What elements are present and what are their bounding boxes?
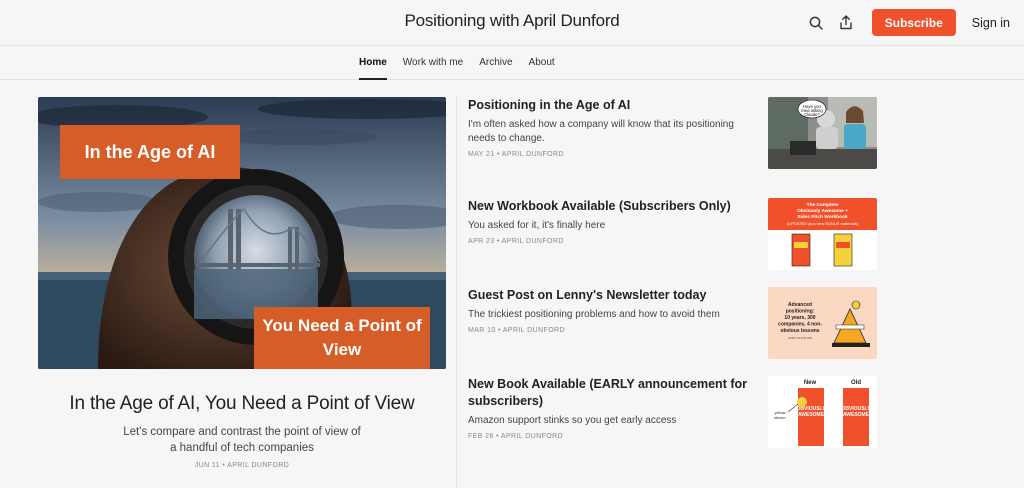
subscribe-button[interactable]: Subscribe bbox=[871, 9, 956, 36]
post-thumbnail[interactable]: The Complete Obviously Awesome + Sales P… bbox=[768, 198, 877, 270]
svg-text:10 years, 300: 10 years, 300 bbox=[784, 315, 815, 321]
post-thumbnail[interactable]: New Old OBVIOUSLY AWESOME OBVIOUSLY AWES… bbox=[768, 376, 877, 448]
svg-text:The Complete: The Complete bbox=[807, 202, 839, 208]
svg-text:Obviously Awesome +: Obviously Awesome + bbox=[797, 208, 848, 214]
share-icon[interactable] bbox=[832, 9, 860, 36]
hero-post-meta: JUN 11 • APRIL DUNFORD bbox=[194, 462, 290, 469]
post-list-item[interactable]: Positioning in the Age of AI I'm often a… bbox=[468, 97, 878, 169]
advanced-positioning-illustration: Advanced positioning: 10 years, 300 comp… bbox=[768, 287, 877, 359]
post-list-item[interactable]: Guest Post on Lenny's Newsletter today T… bbox=[468, 287, 878, 359]
robot-and-woman-illustration: Have you tried asking Claude? bbox=[768, 97, 877, 169]
svg-text:New: New bbox=[804, 380, 817, 386]
hero-post-subtitle: Let's compare and contrast the point of … bbox=[123, 426, 361, 454]
svg-text:sticker: sticker bbox=[774, 415, 786, 420]
svg-text:obvious lessons: obvious lessons bbox=[780, 328, 819, 334]
top-actions: Subscribe Sign in bbox=[802, 9, 1010, 36]
post-title[interactable]: New Workbook Available (Subscribers Only… bbox=[468, 198, 753, 215]
svg-text:APRIL DUNFORD: APRIL DUNFORD bbox=[788, 336, 813, 340]
post-subtitle: Amazon support stinks so you get early a… bbox=[468, 415, 677, 426]
sign-in-link[interactable]: Sign in bbox=[972, 16, 1010, 30]
post-title[interactable]: Guest Post on Lenny's Newsletter today bbox=[468, 287, 753, 304]
top-bar: Positioning with April Dunford Subscribe… bbox=[0, 0, 1024, 46]
book-comparison-illustration: New Old OBVIOUSLY AWESOME OBVIOUSLY AWES… bbox=[768, 376, 877, 448]
svg-text:AWESOME: AWESOME bbox=[798, 412, 825, 418]
svg-text:AWESOME: AWESOME bbox=[843, 412, 870, 418]
hero-image[interactable]: In the Age of AI You Need a Point of Vie… bbox=[38, 97, 446, 369]
post-thumbnail[interactable]: Advanced positioning: 10 years, 300 comp… bbox=[768, 287, 877, 359]
post-subtitle: You asked for it, it's finally here bbox=[468, 220, 606, 231]
svg-text:Advanced: Advanced bbox=[788, 302, 812, 308]
svg-text:companies, 4 non-: companies, 4 non- bbox=[778, 322, 822, 328]
nav-tabs: Home Work with me Archive About bbox=[359, 46, 571, 80]
svg-text:Old: Old bbox=[851, 380, 861, 386]
post-subtitle: The trickiest positioning problems and h… bbox=[468, 309, 720, 320]
post-subtitle: I'm often asked how a company will know … bbox=[468, 119, 734, 144]
post-thumbnail[interactable]: Have you tried asking Claude? bbox=[768, 97, 877, 169]
post-list-item[interactable]: New Book Available (EARLY announcement f… bbox=[468, 376, 878, 448]
hero-badge-bottom: You Need a Point of View bbox=[254, 307, 430, 369]
tab-home[interactable]: Home bbox=[359, 46, 387, 80]
tab-work-with-me[interactable]: Work with me bbox=[403, 46, 463, 80]
search-icon[interactable] bbox=[802, 9, 830, 36]
svg-text:(UPDATED plus new BONUS materi: (UPDATED plus new BONUS materials) bbox=[787, 221, 859, 226]
hero-badge-top: In the Age of AI bbox=[60, 125, 240, 179]
svg-text:positioning:: positioning: bbox=[786, 309, 815, 315]
post-list-item[interactable]: New Workbook Available (Subscribers Only… bbox=[468, 198, 878, 270]
hero-post-title[interactable]: In the Age of AI, You Need a Point of Vi… bbox=[38, 393, 446, 415]
column-divider bbox=[456, 96, 457, 488]
svg-text:Sales Pitch Workbook: Sales Pitch Workbook bbox=[797, 214, 848, 220]
tab-about[interactable]: About bbox=[529, 46, 555, 80]
workbook-illustration: The Complete Obviously Awesome + Sales P… bbox=[768, 198, 877, 270]
post-title[interactable]: New Book Available (EARLY announcement f… bbox=[468, 376, 753, 410]
post-title[interactable]: Positioning in the Age of AI bbox=[468, 97, 753, 114]
tab-archive[interactable]: Archive bbox=[479, 46, 512, 80]
svg-text:Claude?: Claude? bbox=[804, 112, 820, 117]
nav-bar: Home Work with me Archive About bbox=[0, 46, 1024, 80]
